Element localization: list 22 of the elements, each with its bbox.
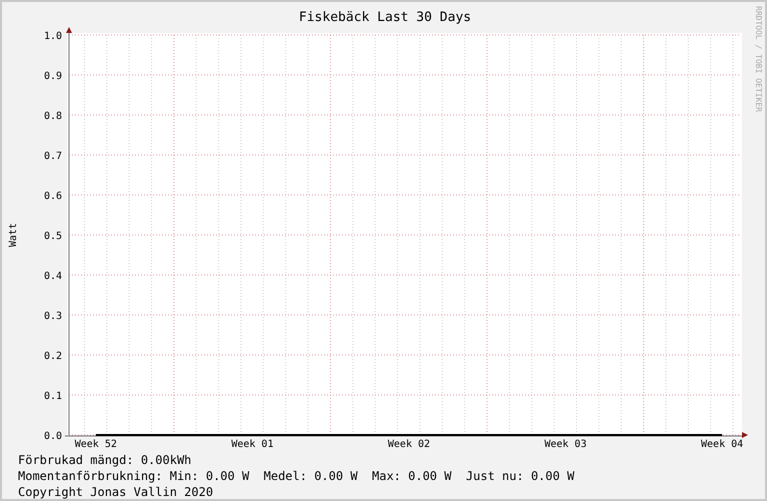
y-tick-label: 0.0 [44,431,62,442]
x-tick-label: Week 04 [701,439,744,450]
y-axis-label: Watt [8,222,19,248]
chart-title: Fiskebäck Last 30 Days [298,10,472,25]
side-credit: RRDTOOL / TOBI OETIKER [754,6,763,112]
y-tick-label: 1.0 [44,31,62,42]
y-tick-label: 0.7 [44,151,62,162]
legend-text: Momentanförbrukning: Min: 0.00 W Medel: 0.00 W Max: 0.00 W Just nu: 0.00 W [18,469,574,483]
y-tick-label: 0.5 [44,231,62,242]
x-tick-label: Week 52 [74,439,117,450]
x-tick-label: Week 02 [388,439,430,450]
x-tick-label: Week 01 [231,439,274,450]
y-tick-label: 0.4 [44,271,62,282]
legend-text: Förbrukad mängd: 0.00kWh [18,453,192,467]
y-tick-label: 0.1 [44,391,62,402]
y-tick-label: 0.8 [44,111,62,122]
y-tick-label: 0.3 [44,311,62,322]
x-tick-label: Week 03 [544,439,587,450]
y-tick-label: 0.2 [44,351,62,362]
legend-text: Copyright Jonas Vallin 2020 [18,485,214,499]
y-tick-label: 0.6 [44,191,62,202]
y-tick-label: 0.9 [44,71,62,82]
